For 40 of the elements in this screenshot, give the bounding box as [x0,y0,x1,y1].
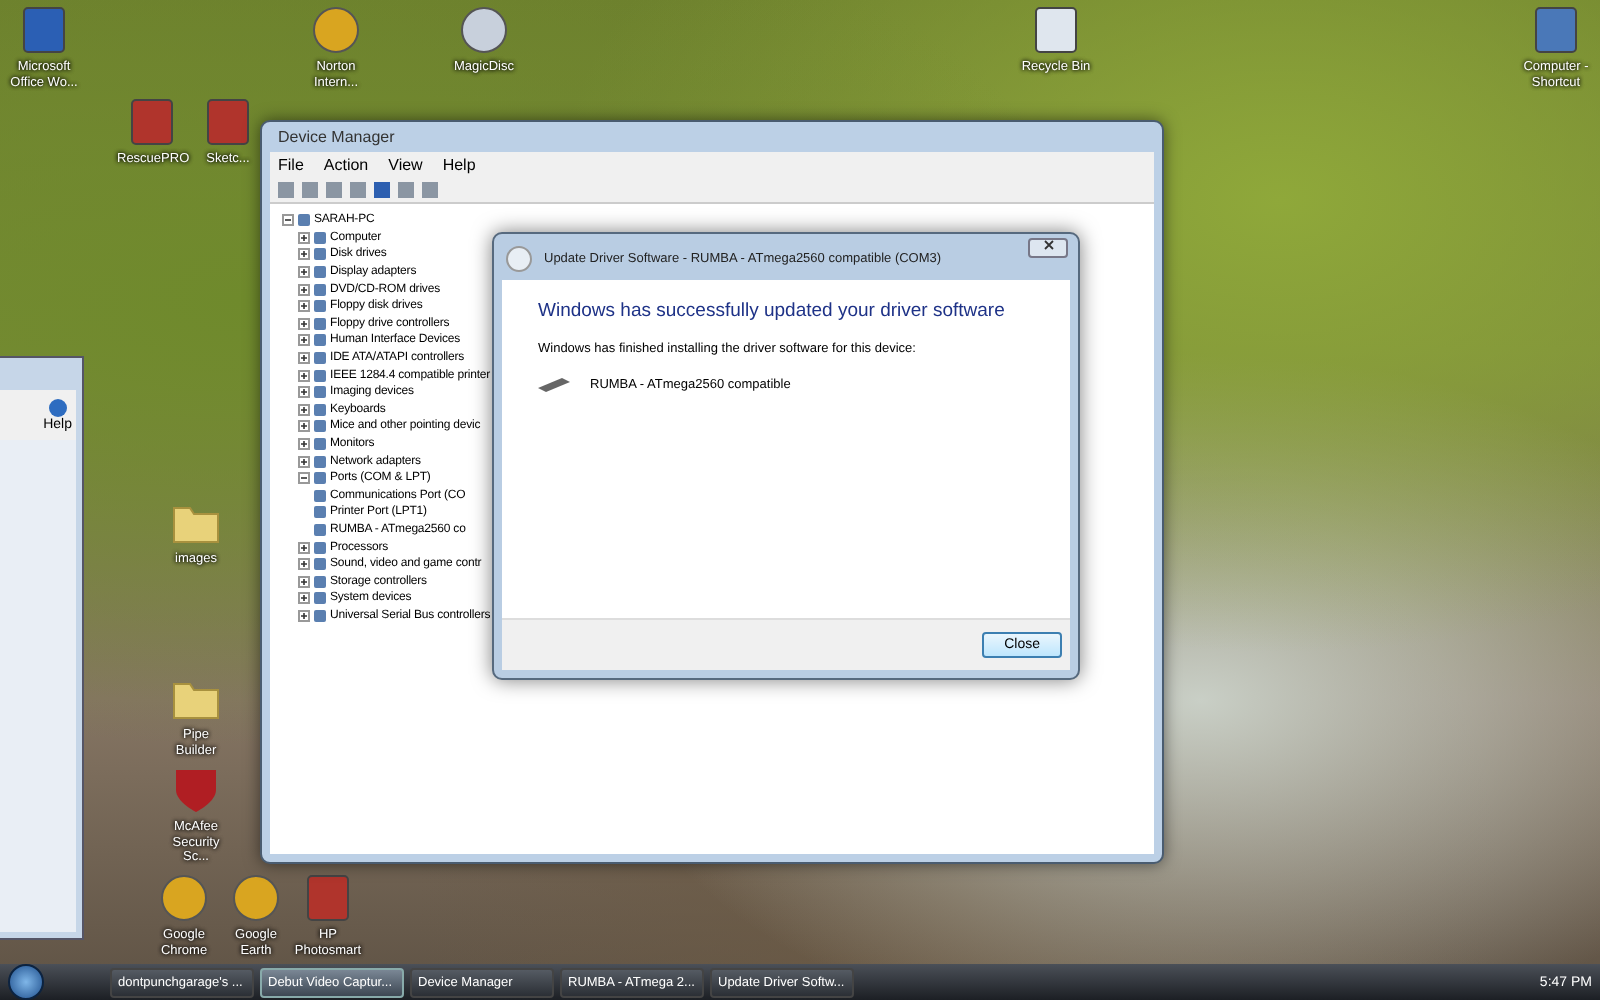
menu-item[interactable]: Action [323,156,369,174]
expand-icon[interactable] [298,609,310,622]
expand-icon[interactable] [298,438,310,451]
expand-icon[interactable] [298,248,310,261]
recycle-bin-icon [1030,4,1082,56]
help-icon [47,398,68,418]
expand-icon[interactable] [298,283,310,296]
expand-icon[interactable] [298,266,310,279]
expand-icon[interactable] [298,592,310,605]
expand-icon[interactable] [298,352,310,365]
shield-icon [170,764,222,816]
window-title: Device Manager [276,126,397,150]
start-button[interactable] [8,964,44,1000]
close-icon [1043,240,1053,250]
expand-icon[interactable] [298,575,310,588]
expand-icon[interactable] [298,231,310,244]
collapse-icon[interactable] [282,214,294,227]
menu-item[interactable]: View [388,156,423,174]
expand-icon[interactable] [298,300,310,313]
dialog-heading: Windows has successfully updated your driver software [538,300,1007,322]
menu-item[interactable]: Help [442,156,476,174]
app-icon [302,872,354,924]
document-icon [18,4,70,56]
app-icon [126,96,178,148]
expand-icon[interactable] [298,420,310,433]
close-button[interactable] [1028,238,1068,258]
menu-item[interactable]: File [278,156,304,174]
collapse-icon[interactable] [298,472,310,485]
disc-icon [458,4,510,56]
expand-icon[interactable] [298,317,310,330]
expand-icon[interactable] [298,558,310,571]
expand-icon[interactable] [298,541,310,554]
expand-icon[interactable] [298,386,310,399]
expand-icon[interactable] [298,403,310,416]
expand-icon[interactable] [298,369,310,382]
computer-icon [1530,4,1582,56]
app-icon [202,96,254,148]
expand-icon[interactable] [298,455,310,468]
device-icon [538,376,570,392]
expand-icon[interactable] [298,334,310,347]
